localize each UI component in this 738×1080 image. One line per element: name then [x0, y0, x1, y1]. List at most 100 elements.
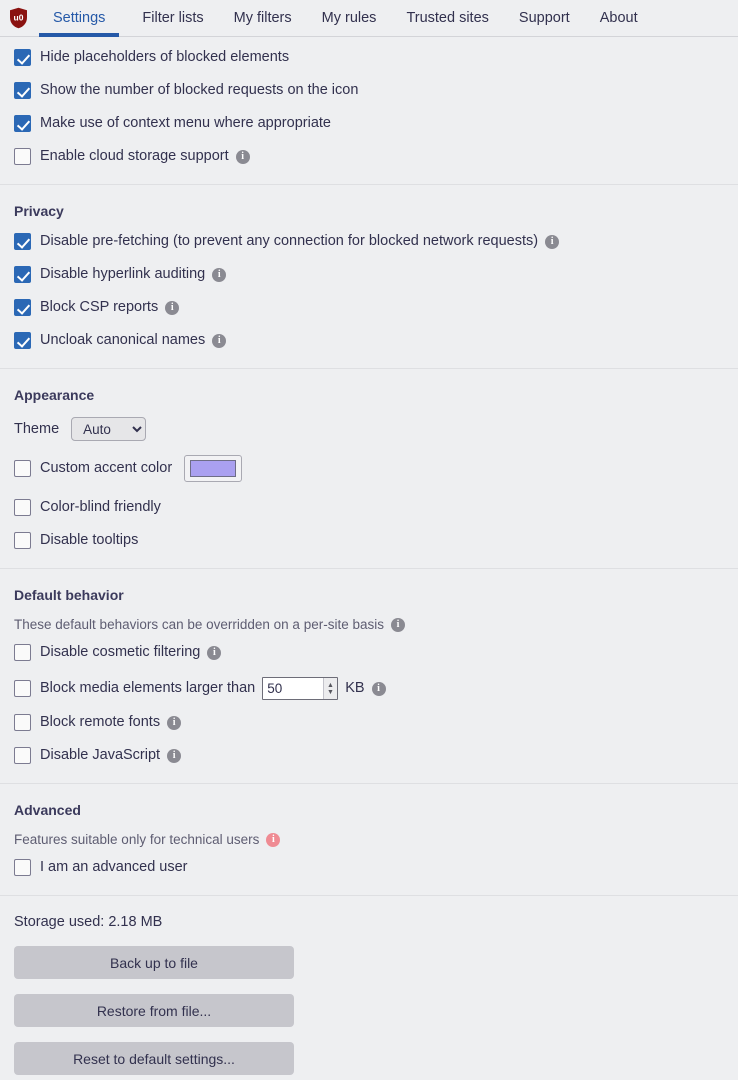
checkbox-show-blocked-count[interactable] [14, 82, 31, 99]
tab-filter-lists[interactable]: Filter lists [127, 0, 218, 36]
checkbox-block-media-elements[interactable] [14, 680, 31, 697]
info-icon[interactable]: i [165, 300, 180, 315]
reset-to-default-settings-button[interactable]: Reset to default settings... [14, 1042, 294, 1075]
setting-block-csp-reports[interactable]: Block CSP reports i [14, 299, 738, 316]
setting-label[interactable]: Enable cloud storage support [40, 149, 229, 164]
media-size-spinner[interactable]: ▲ ▼ [322, 678, 338, 699]
setting-disable-prefetching[interactable]: Disable pre-fetching (to prevent any con… [14, 233, 738, 250]
checkbox-uncloak-canonical-names[interactable] [14, 332, 31, 349]
theme-label: Theme [14, 421, 60, 437]
theme-select[interactable]: Auto Light Dark [71, 417, 147, 441]
checkbox-context-menu[interactable] [14, 115, 31, 132]
tab-trusted-sites[interactable]: Trusted sites [391, 0, 503, 36]
tab-label: Trusted sites [406, 10, 489, 26]
info-icon[interactable]: i [266, 832, 281, 847]
tab-support[interactable]: Support [504, 0, 585, 36]
setting-label[interactable]: I am an advanced user [40, 860, 188, 875]
section-note-default-behavior: These default behaviors can be overridde… [14, 617, 738, 632]
tab-about[interactable]: About [585, 0, 653, 36]
setting-advanced-user[interactable]: I am an advanced user [14, 859, 738, 876]
spinner-up-icon[interactable]: ▲ [327, 682, 334, 689]
backup-to-file-button[interactable]: Back up to file [14, 946, 294, 979]
checkbox-disable-cosmetic-filtering[interactable] [14, 644, 31, 661]
info-icon[interactable]: i [545, 234, 560, 249]
checkbox-block-remote-fonts[interactable] [14, 714, 31, 731]
accent-color-picker[interactable] [184, 455, 243, 482]
accent-color-swatch[interactable] [190, 460, 237, 477]
setting-label[interactable]: Disable pre-fetching (to prevent any con… [40, 234, 538, 249]
checkbox-disable-javascript[interactable] [14, 747, 31, 764]
setting-label[interactable]: Disable hyperlink auditing [40, 267, 205, 282]
section-storage: Storage used: 2.18 MB Back up to file Re… [0, 896, 738, 1080]
setting-label[interactable]: Block remote fonts [40, 715, 160, 730]
info-icon[interactable]: i [212, 333, 227, 348]
media-size-input[interactable] [263, 678, 323, 699]
section-advanced: Advanced Features suitable only for tech… [0, 784, 738, 896]
info-icon[interactable]: i [371, 681, 386, 696]
checkbox-custom-accent-color[interactable] [14, 460, 31, 477]
section-note-text: Features suitable only for technical use… [14, 832, 260, 847]
section-general: Hide placeholders of blocked elements Sh… [0, 37, 738, 185]
setting-label[interactable]: Make use of context menu where appropria… [40, 116, 331, 131]
theme-row: Theme Auto Light Dark [14, 417, 738, 441]
setting-block-media-elements[interactable]: Block media elements larger than ▲ ▼ KB … [14, 677, 738, 700]
checkbox-advanced-user[interactable] [14, 859, 31, 876]
setting-label[interactable]: Hide placeholders of blocked elements [40, 50, 289, 65]
info-icon[interactable]: i [235, 149, 250, 164]
setting-label[interactable]: Disable tooltips [40, 533, 138, 548]
tab-label: Settings [53, 10, 106, 26]
setting-disable-cosmetic-filtering[interactable]: Disable cosmetic filtering i [14, 644, 738, 661]
checkbox-hide-placeholders[interactable] [14, 49, 31, 66]
setting-block-remote-fonts[interactable]: Block remote fonts i [14, 714, 738, 731]
setting-context-menu[interactable]: Make use of context menu where appropria… [14, 115, 738, 132]
media-size-stepper[interactable]: ▲ ▼ [262, 677, 339, 700]
tab-my-rules[interactable]: My rules [307, 0, 392, 36]
setting-label[interactable]: Block CSP reports [40, 300, 158, 315]
setting-custom-accent-color[interactable]: Custom accent color [14, 455, 738, 482]
info-icon[interactable]: i [212, 267, 227, 282]
setting-label[interactable]: Uncloak canonical names [40, 333, 205, 348]
setting-disable-hyperlink-auditing[interactable]: Disable hyperlink auditing i [14, 266, 738, 283]
setting-label[interactable]: Show the number of blocked requests on t… [40, 83, 358, 98]
checkbox-block-csp-reports[interactable] [14, 299, 31, 316]
tab-my-filters[interactable]: My filters [219, 0, 307, 36]
setting-show-blocked-count[interactable]: Show the number of blocked requests on t… [14, 82, 738, 99]
section-title-appearance: Appearance [14, 387, 95, 403]
section-note-text: These default behaviors can be overridde… [14, 617, 384, 632]
checkbox-disable-tooltips[interactable] [14, 532, 31, 549]
setting-uncloak-canonical-names[interactable]: Uncloak canonical names i [14, 332, 738, 349]
checkbox-color-blind-friendly[interactable] [14, 499, 31, 516]
tab-label: Filter lists [142, 10, 204, 26]
setting-disable-tooltips[interactable]: Disable tooltips [14, 532, 738, 549]
setting-color-blind-friendly[interactable]: Color-blind friendly [14, 499, 738, 516]
section-default-behavior: Default behavior These default behaviors… [0, 569, 738, 784]
restore-from-file-button[interactable]: Restore from file... [14, 994, 294, 1027]
main-tabbar: u0 Settings Filter lists My filters My r… [0, 0, 738, 37]
checkbox-disable-prefetching[interactable] [14, 233, 31, 250]
tab-settings[interactable]: Settings [31, 0, 127, 37]
setting-hide-placeholders[interactable]: Hide placeholders of blocked elements [14, 49, 738, 66]
tab-label: My filters [233, 10, 292, 26]
section-title-privacy: Privacy [14, 203, 64, 219]
checkbox-cloud-storage[interactable] [14, 148, 31, 165]
checkbox-disable-hyperlink-auditing[interactable] [14, 266, 31, 283]
storage-used-text: Storage used: 2.18 MB [14, 914, 163, 930]
setting-disable-javascript[interactable]: Disable JavaScript i [14, 747, 738, 764]
info-icon[interactable]: i [390, 617, 405, 632]
spinner-down-icon[interactable]: ▼ [327, 689, 334, 696]
setting-label[interactable]: Block media elements larger than [40, 681, 255, 696]
tab-label: My rules [321, 10, 377, 26]
setting-label[interactable]: Disable cosmetic filtering [40, 645, 200, 660]
section-privacy: Privacy Disable pre-fetching (to prevent… [0, 185, 738, 369]
setting-label[interactable]: Custom accent color [40, 461, 172, 476]
setting-label[interactable]: Disable JavaScript [40, 748, 160, 763]
setting-label[interactable]: Color-blind friendly [40, 500, 161, 515]
setting-cloud-storage[interactable]: Enable cloud storage support i [14, 148, 738, 165]
info-icon[interactable]: i [207, 645, 222, 660]
svg-text:u0: u0 [14, 12, 24, 22]
info-icon[interactable]: i [167, 748, 182, 763]
info-icon[interactable]: i [167, 715, 182, 730]
section-note-advanced: Features suitable only for technical use… [14, 832, 738, 847]
ublock-shield-icon: u0 [0, 0, 31, 36]
tab-label: About [599, 10, 638, 26]
